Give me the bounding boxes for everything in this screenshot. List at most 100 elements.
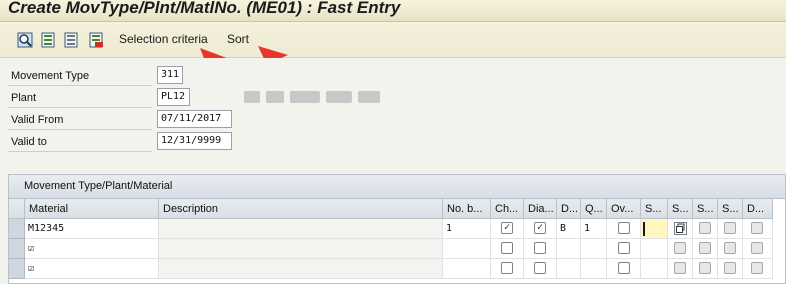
ov-cell — [607, 219, 641, 239]
movement-type-label: Movement Type — [8, 66, 152, 86]
ch-checkbox[interactable] — [501, 242, 513, 254]
q-cell[interactable] — [581, 239, 607, 259]
ov-checkbox[interactable] — [618, 222, 630, 234]
dia-cell — [524, 239, 557, 259]
d-cell[interactable] — [557, 259, 581, 279]
d2-cell — [743, 259, 773, 279]
ov-checkbox[interactable] — [618, 242, 630, 254]
q-cell[interactable]: 1 — [581, 219, 607, 239]
details-icon[interactable] — [17, 32, 33, 48]
d-cell[interactable] — [557, 239, 581, 259]
ch-checkbox[interactable]: ✓ — [501, 222, 513, 234]
text-cursor — [643, 222, 645, 236]
s4-cell — [718, 259, 743, 279]
s4-checkbox — [724, 262, 736, 274]
plant-label: Plant — [8, 88, 152, 108]
row-selector[interactable] — [9, 239, 25, 259]
s3-checkbox — [699, 262, 711, 274]
d-cell[interactable]: B — [557, 219, 581, 239]
s1-cell[interactable] — [641, 219, 668, 239]
valid-to-field[interactable]: 12/31/9999 — [157, 132, 232, 150]
s1-cell[interactable] — [641, 239, 668, 259]
dia-cell — [524, 259, 557, 279]
ov-cell — [607, 259, 641, 279]
no-b-cell[interactable] — [443, 259, 491, 279]
s1-cell[interactable] — [641, 259, 668, 279]
d2-cell — [743, 219, 773, 239]
d2-cell — [743, 239, 773, 259]
d2-checkbox — [751, 242, 763, 254]
col-header-material[interactable]: Material — [25, 199, 159, 219]
delete-icon[interactable] — [88, 32, 104, 48]
col-header-s1[interactable]: S... — [641, 199, 668, 219]
col-header-description[interactable]: Description — [159, 199, 443, 219]
col-header-no-b[interactable]: No. b... — [443, 199, 491, 219]
dia-checkbox[interactable]: ✓ — [534, 222, 546, 234]
s2-cell — [668, 219, 693, 239]
application-toolbar: Selection criteria Sort — [0, 22, 786, 58]
dia-checkbox[interactable] — [534, 262, 546, 274]
col-header-ov[interactable]: Ov... — [607, 199, 641, 219]
col-header-dia[interactable]: Dia... — [524, 199, 557, 219]
select-all-rows-header[interactable] — [9, 199, 25, 219]
sort-button[interactable]: Sort — [227, 32, 249, 46]
material-cell[interactable]: M12345 — [25, 219, 159, 239]
ch-checkbox[interactable] — [501, 262, 513, 274]
d2-checkbox — [751, 222, 763, 234]
valid-to-label: Valid to — [8, 132, 152, 152]
plant-description-redacted — [244, 91, 382, 103]
title-bar: Create MovType/Plnt/MatlNo. (ME01) : Fas… — [0, 0, 786, 22]
selection-criteria-button[interactable]: Selection criteria — [119, 32, 208, 46]
sap-fast-entry-screen: { "window": { "title": "Create MovType/P… — [0, 0, 786, 284]
dia-cell: ✓ — [524, 219, 557, 239]
s3-cell — [693, 219, 718, 239]
material-cell[interactable]: ☑ — [25, 239, 159, 259]
dia-checkbox[interactable] — [534, 242, 546, 254]
col-header-d2[interactable]: D... — [743, 199, 773, 219]
row-selector[interactable] — [9, 219, 25, 239]
col-header-s4[interactable]: S... — [718, 199, 743, 219]
header-form: Movement Type 311 Plant PL12 Valid From … — [0, 58, 786, 170]
description-cell — [159, 239, 443, 259]
valid-from-label: Valid From — [8, 110, 152, 130]
ch-cell: ✓ — [491, 219, 524, 239]
row-selector[interactable] — [9, 259, 25, 279]
s4-cell — [718, 239, 743, 259]
s4-checkbox — [724, 222, 736, 234]
ov-checkbox[interactable] — [618, 262, 630, 274]
q-cell[interactable] — [581, 259, 607, 279]
ch-cell — [491, 239, 524, 259]
col-header-s3[interactable]: S... — [693, 199, 718, 219]
s2-checkbox — [674, 242, 686, 254]
col-header-q[interactable]: Q... — [581, 199, 607, 219]
valid-from-field[interactable]: 07/11/2017 — [157, 110, 232, 128]
s3-cell — [693, 259, 718, 279]
copy-icon[interactable] — [674, 222, 687, 235]
s4-checkbox — [724, 242, 736, 254]
s3-cell — [693, 239, 718, 259]
s3-checkbox — [699, 242, 711, 254]
material-cell[interactable]: ☑ — [25, 259, 159, 279]
col-header-ch[interactable]: Ch... — [491, 199, 524, 219]
s2-checkbox — [674, 262, 686, 274]
d2-checkbox — [751, 262, 763, 274]
s2-cell — [668, 259, 693, 279]
ov-cell — [607, 239, 641, 259]
s4-cell — [718, 219, 743, 239]
description-cell — [159, 219, 443, 239]
plant-field[interactable]: PL12 — [157, 88, 190, 106]
ch-cell — [491, 259, 524, 279]
col-header-s2[interactable]: S... — [668, 199, 693, 219]
col-header-d[interactable]: D... — [557, 199, 581, 219]
table-title: Movement Type/Plant/Material — [9, 175, 785, 199]
window-title: Create MovType/Plnt/MatlNo. (ME01) : Fas… — [8, 0, 401, 17]
no-b-cell[interactable] — [443, 239, 491, 259]
movement-type-field[interactable]: 311 — [157, 66, 183, 84]
select-all-icon[interactable] — [40, 32, 56, 48]
no-b-cell[interactable]: 1 — [443, 219, 491, 239]
s3-checkbox — [699, 222, 711, 234]
fast-entry-table: Movement Type/Plant/Material Material De… — [8, 174, 786, 284]
s2-cell — [668, 239, 693, 259]
deselect-all-icon[interactable] — [63, 32, 79, 48]
description-cell — [159, 259, 443, 279]
